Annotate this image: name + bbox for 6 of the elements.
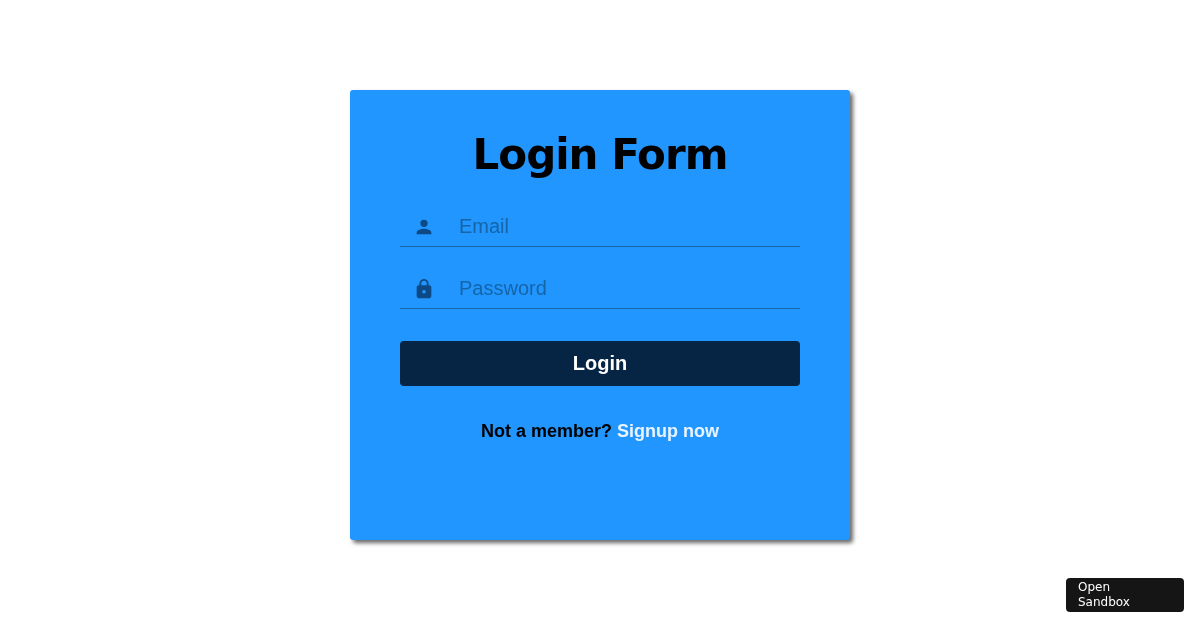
signup-prompt: Not a member? Signup now bbox=[481, 421, 719, 442]
open-sandbox-button[interactable]: Open Sandbox bbox=[1066, 578, 1184, 612]
password-field[interactable]: Password bbox=[459, 273, 800, 304]
form-title: Login Form bbox=[472, 130, 728, 179]
login-button[interactable]: Login bbox=[400, 341, 800, 386]
email-field[interactable]: Email bbox=[459, 211, 800, 242]
